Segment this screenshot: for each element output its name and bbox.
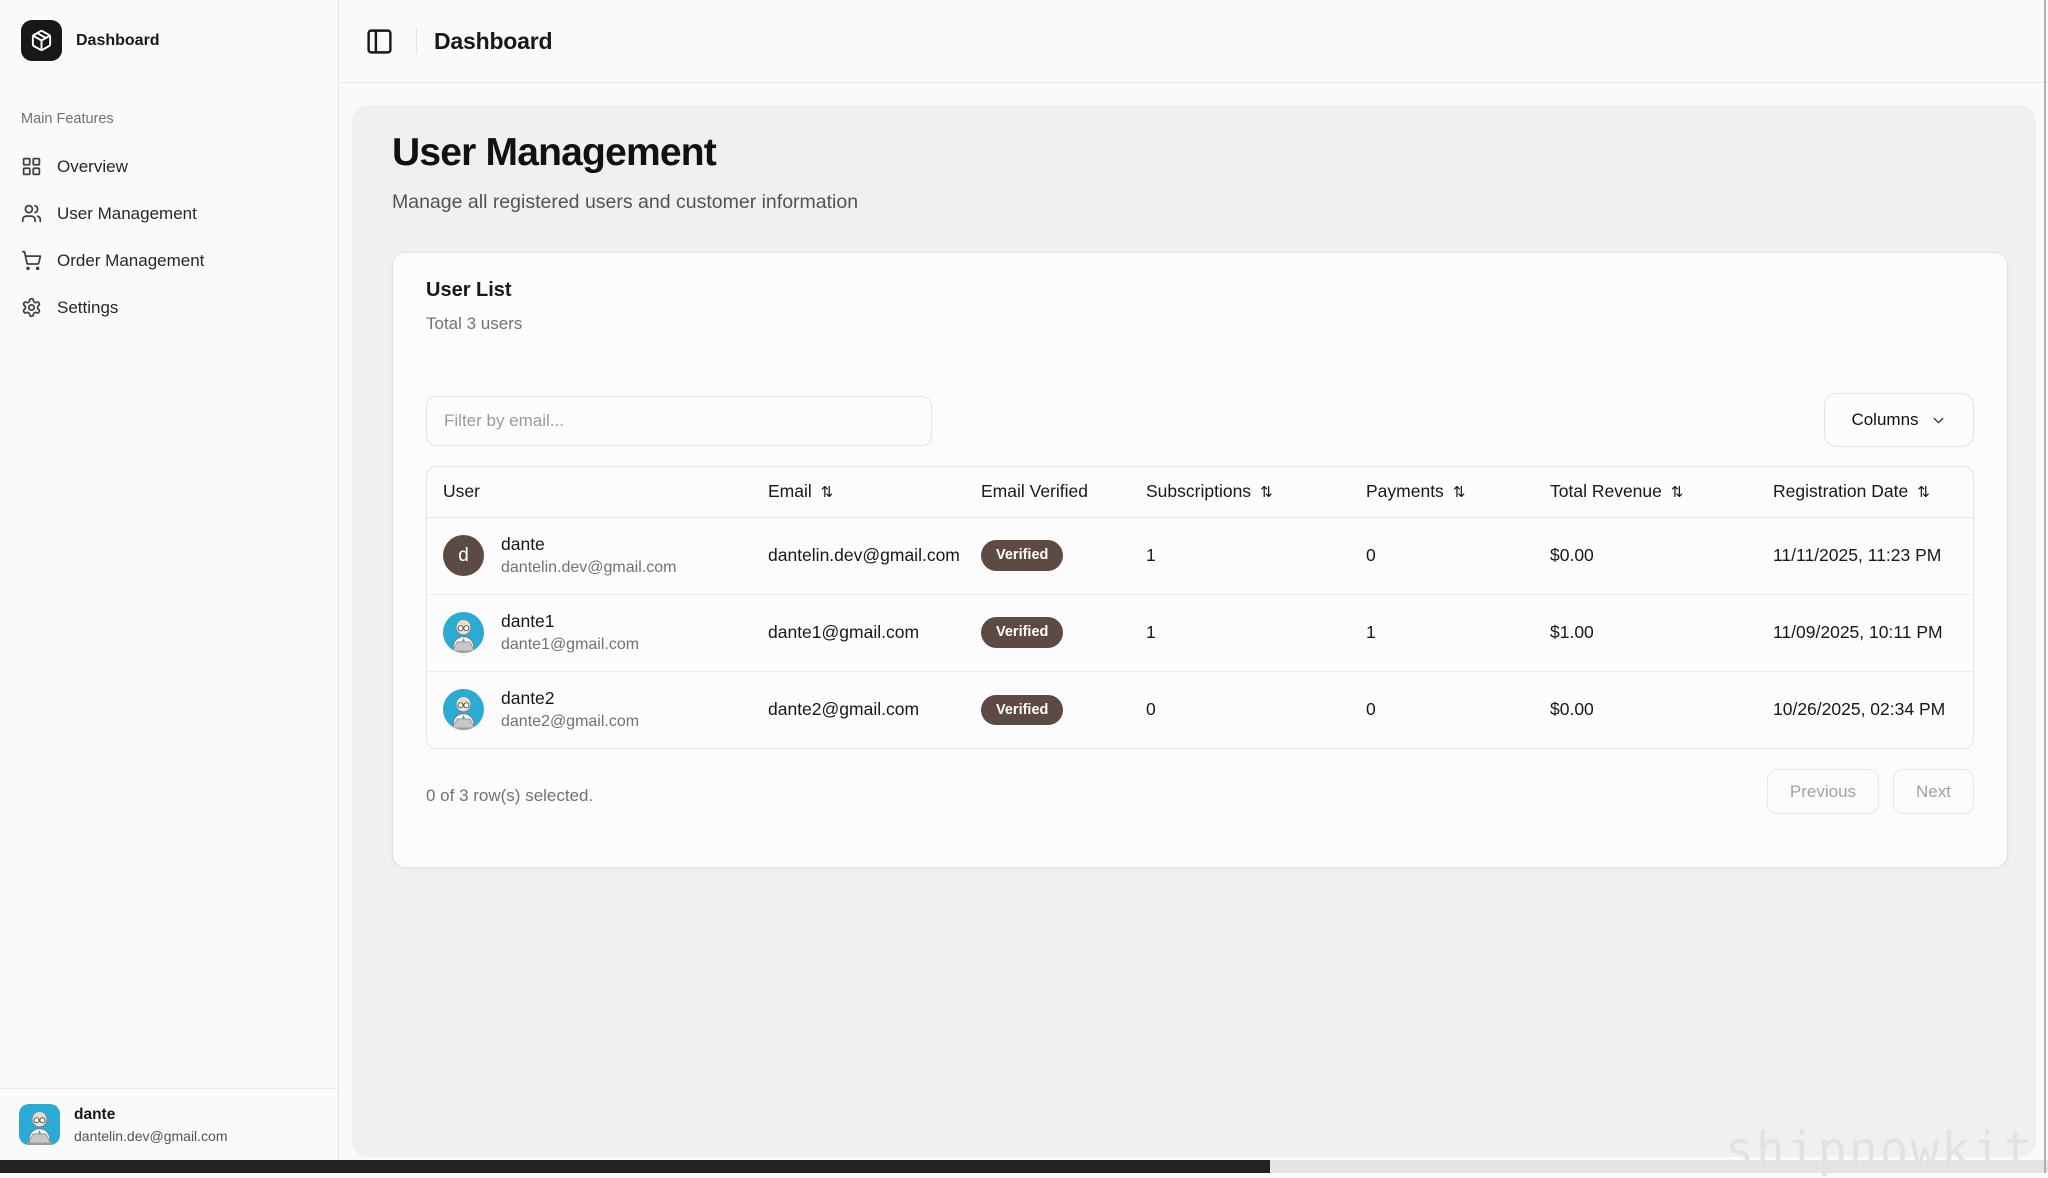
verified-badge: Verified [981,617,1063,648]
cell-total-revenue: $1.00 [1534,594,1757,671]
previous-page-button[interactable]: Previous [1767,769,1879,814]
table-row[interactable]: d dante dantelin.dev@gmail.com dantelin.… [427,517,1974,594]
filter-email-input[interactable] [426,396,932,446]
table-header-row: User Email ⇅ Email Verified Subscription… [427,467,1974,517]
column-header-email-verified: Email Verified [965,467,1130,517]
verified-badge: Verified [981,695,1063,726]
column-header-email[interactable]: Email ⇅ [752,467,965,517]
cart-icon [21,250,42,271]
table-row[interactable]: dante2 dante2@gmail.com dante2@gmail.com… [427,671,1974,748]
user-avatar [443,689,484,730]
user-name: dante2 [501,688,639,709]
gear-icon [21,297,42,318]
main-panel: User Management Manage all registered us… [352,105,2036,1157]
package-icon [21,20,62,61]
column-header-total-revenue[interactable]: Total Revenue ⇅ [1534,467,1757,517]
cartoon-avatar-image [443,612,484,653]
cell-total-revenue: $0.00 [1534,671,1757,748]
cell-registration-date: 11/11/2025, 11:23 PM [1757,517,1974,594]
sidebar-item-settings[interactable]: Settings [0,284,338,331]
column-header-payments[interactable]: Payments ⇅ [1350,467,1534,517]
sidebar-item-order-management[interactable]: Order Management [0,237,338,284]
card-title: User List [426,279,512,302]
sidebar-user-name: dante [74,1106,228,1124]
topbar: Dashboard [340,0,2048,83]
topbar-title: Dashboard [434,28,552,55]
user-avatar: d [443,535,484,576]
chevron-down-icon [1930,412,1947,429]
bottom-strip-dark [0,1160,1270,1173]
cell-registration-date: 11/09/2025, 10:11 PM [1757,594,1974,671]
sidebar-item-label: User Management [57,204,197,224]
grid-icon [21,156,42,177]
sidebar-user[interactable]: dante dantelin.dev@gmail.com [0,1088,338,1160]
cartoon-avatar-image [443,689,484,730]
cell-subscriptions: 0 [1130,671,1350,748]
sidebar-item-label: Settings [57,298,118,318]
watermark: shipnowkit [1725,1122,2034,1178]
users-table: User Email ⇅ Email Verified Subscription… [426,466,1974,749]
page-title: User Management [392,131,716,175]
card-subtitle: Total 3 users [426,314,522,334]
page-subtitle: Manage all registered users and customer… [392,191,858,214]
cart-icon [21,250,42,271]
user-account-email: dante1@gmail.com [501,636,639,654]
user-avatar-image [19,1104,60,1145]
user-account-email: dantelin.dev@gmail.com [501,559,676,577]
topbar-separator [416,28,417,54]
user-avatar [443,612,484,653]
user-account-email: dante2@gmail.com [501,713,639,731]
user-list-card: User List Total 3 users Columns User Ema… [392,252,2008,868]
gear-icon [21,297,42,318]
sidebar-logo-label: Dashboard [76,32,160,50]
sidebar-logo[interactable]: Dashboard [0,0,338,81]
cell-payments: 1 [1350,594,1534,671]
arrow-up-down-icon[interactable]: ⇅ [1917,483,1930,501]
grid-icon [21,156,42,177]
users-icon [21,203,42,224]
column-header-subscriptions[interactable]: Subscriptions ⇅ [1130,467,1350,517]
sidebar-toggle-button[interactable] [359,21,399,61]
table-row[interactable]: dante1 dante1@gmail.com dante1@gmail.com… [427,594,1974,671]
cartoon-avatar-image [19,1104,60,1145]
sidebar: Dashboard Main Features Overview User Ma… [0,0,339,1160]
cell-email: dante2@gmail.com [752,671,965,748]
panel-left-icon [365,27,394,56]
selection-status: 0 of 3 row(s) selected. [426,786,593,806]
cell-total-revenue: $0.00 [1534,517,1757,594]
cell-email: dantelin.dev@gmail.com [752,517,965,594]
sidebar-section-label: Main Features [0,111,338,127]
cell-email: dante1@gmail.com [752,594,965,671]
verified-badge: Verified [981,540,1063,571]
columns-dropdown-button[interactable]: Columns [1824,393,1974,447]
sidebar-nav: Overview User Management Order Managemen… [0,143,338,331]
sidebar-item-label: Overview [57,157,128,177]
cell-subscriptions: 1 [1130,594,1350,671]
user-name: dante [501,534,676,555]
arrow-up-down-icon[interactable]: ⇅ [1671,483,1684,501]
columns-button-label: Columns [1851,410,1918,430]
column-header-user: User [427,467,752,517]
cell-payments: 0 [1350,671,1534,748]
cell-payments: 0 [1350,517,1534,594]
column-header-registration-date[interactable]: Registration Date ⇅ [1757,467,1974,517]
users-icon [21,203,42,224]
sidebar-item-label: Order Management [57,251,204,271]
window-right-edge [2044,0,2046,1173]
arrow-up-down-icon[interactable]: ⇅ [821,483,834,501]
arrow-up-down-icon[interactable]: ⇅ [1453,483,1466,501]
cell-subscriptions: 1 [1130,517,1350,594]
arrow-up-down-icon[interactable]: ⇅ [1260,483,1273,501]
next-page-button[interactable]: Next [1893,769,1974,814]
sidebar-item-user-management[interactable]: User Management [0,190,338,237]
pagination: Previous Next [1767,769,1974,814]
cell-registration-date: 10/26/2025, 02:34 PM [1757,671,1974,748]
user-name: dante1 [501,611,639,632]
sidebar-user-email: dantelin.dev@gmail.com [74,1128,228,1144]
sidebar-item-overview[interactable]: Overview [0,143,338,190]
